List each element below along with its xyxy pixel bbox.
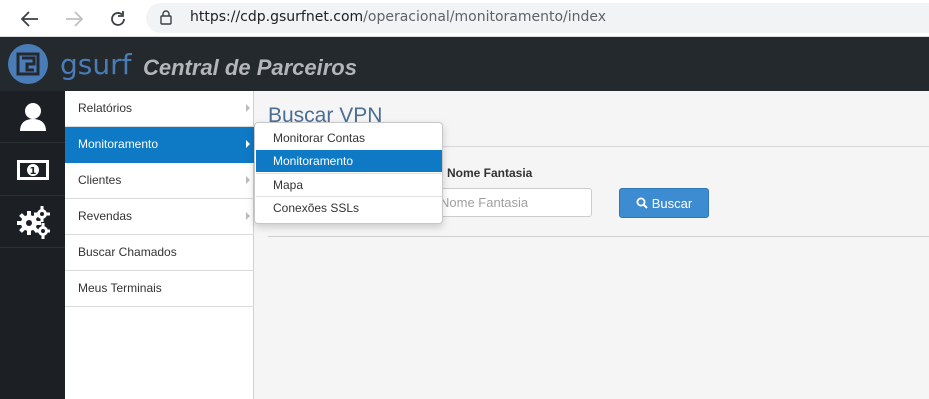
submenu-item-label: Mapa (273, 178, 304, 192)
url-host: https://cdp.gsurfnet.com (190, 9, 364, 25)
back-arrow-icon (21, 10, 38, 27)
reload-button[interactable] (100, 0, 136, 37)
back-button[interactable] (12, 0, 48, 37)
menu-item-label: Clientes (78, 173, 122, 187)
gears-icon (16, 205, 50, 239)
menu-item-label: Buscar Chamados (78, 245, 177, 259)
side-menu: Relatórios Monitoramento Clientes Revend… (65, 91, 254, 399)
divider (268, 236, 929, 237)
menu-item-clientes[interactable]: Clientes (65, 163, 254, 199)
nome-fantasia-label: Nome Fantasia (447, 166, 533, 180)
url-text: https://cdp.gsurfnet.com/operacional/mon… (190, 9, 606, 25)
caret-right-icon (246, 176, 250, 184)
search-icon (636, 197, 648, 209)
logo-text: gsurf (60, 48, 132, 81)
menu-item-label: Meus Terminais (78, 281, 162, 295)
menu-item-monitoramento[interactable]: Monitoramento (65, 127, 254, 163)
submenu-item-label: Monitorar Contas (273, 131, 366, 145)
menu-item-relatorios[interactable]: Relatórios (65, 91, 254, 127)
caret-right-icon (246, 212, 250, 220)
url-path: /operacional/monitoramento/index (363, 9, 607, 25)
menu-item-label: Monitoramento (78, 137, 159, 151)
submenu-item-label: Conexões SSLs (273, 201, 360, 215)
user-icon (19, 102, 46, 131)
reload-icon (111, 10, 125, 26)
gsurf-logo[interactable]: gsurf (6, 42, 131, 86)
address-bar[interactable]: https://cdp.gsurfnet.com/operacional/mon… (146, 3, 929, 33)
sidebar-money-button[interactable]: 1 (0, 144, 65, 196)
menu-item-label: Relatórios (78, 101, 133, 115)
search-button-label: Buscar (651, 195, 693, 211)
submenu-item-monitorar-contas[interactable]: Monitorar Contas (256, 127, 442, 149)
app-header: gsurf Central de Parceiros (0, 37, 929, 91)
caret-right-icon (246, 104, 250, 112)
icon-sidebar: 1 (0, 91, 65, 399)
browser-toolbar: https://cdp.gsurfnet.com/operacional/mon… (0, 0, 929, 37)
forward-button[interactable] (56, 0, 92, 37)
menu-item-revendas[interactable]: Revendas (65, 199, 254, 235)
nome-fantasia-input[interactable] (434, 188, 592, 217)
search-button[interactable]: Buscar (619, 188, 709, 218)
submenu-item-conexoes-ssls[interactable]: Conexões SSLs (256, 197, 442, 219)
forward-arrow-icon (66, 10, 83, 27)
app-title: Central de Parceiros (143, 55, 357, 80)
svg-text:1: 1 (29, 166, 36, 177)
menu-item-meus-terminais[interactable]: Meus Terminais (65, 271, 254, 307)
submenu-item-mapa[interactable]: Mapa (256, 174, 442, 196)
menu-item-buscar-chamados[interactable]: Buscar Chamados (65, 235, 254, 271)
submenu-item-monitoramento[interactable]: Monitoramento (256, 150, 442, 172)
submenu-item-label: Monitoramento (273, 154, 354, 168)
menu-item-label: Revendas (78, 209, 133, 223)
lock-icon (160, 10, 172, 25)
logo-icon (8, 44, 48, 84)
caret-right-icon (246, 140, 250, 148)
sidebar-user-button[interactable] (0, 91, 65, 143)
sidebar-settings-button[interactable] (0, 196, 65, 248)
monitoramento-submenu: Monitorar Contas Monitoramento Mapa Cone… (254, 122, 443, 224)
money-icon: 1 (16, 159, 49, 180)
